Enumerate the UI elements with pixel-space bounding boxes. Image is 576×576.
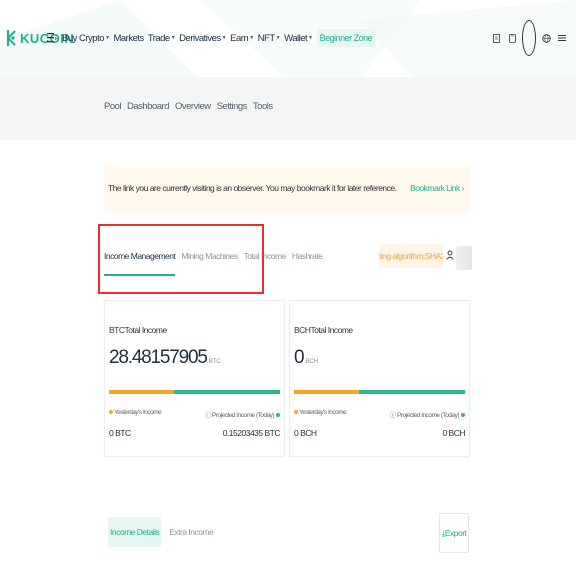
subnav-item-tools[interactable]: Tools (253, 101, 273, 112)
menu-icon[interactable] (556, 23, 568, 53)
income-progress-bar (294, 390, 465, 394)
subnav-item-settings[interactable]: Settings (217, 101, 248, 112)
projected-income-label: ⓘ Projected Income (Today) (205, 409, 280, 419)
card-title: BCHTotal Income (294, 325, 353, 335)
chevron-right-icon: › (461, 183, 465, 193)
yesterday-income-value: 0 BCH (294, 428, 317, 438)
nav-markets[interactable]: Markets (113, 32, 144, 44)
chevron-down-icon: ▼ (170, 35, 176, 41)
label-text: Yesterday's Income (114, 409, 162, 416)
nav-label: Earn (230, 32, 249, 44)
nav-beginner-zone[interactable]: Beginner Zone (316, 29, 376, 47)
orange-dot-icon (294, 410, 298, 414)
green-dot-icon (276, 413, 280, 417)
info-icon[interactable]: ⓘ (205, 412, 212, 419)
label-text: Projected Income (Today) (211, 412, 275, 419)
card-amount: 28.48157905 BTC (109, 347, 221, 369)
orange-dot-icon (109, 410, 113, 414)
amount-unit: BTC (208, 359, 221, 365)
bar-projected (173, 390, 280, 394)
card-title: BTCTotal Income (109, 325, 167, 335)
income-progress-bar (109, 390, 280, 394)
chevron-down-icon: ▼ (275, 35, 281, 41)
export-label: Export (444, 528, 467, 538)
income-detail-tabs: Income Details Extra Income (108, 517, 214, 547)
banner-text: The link you are currently visiting is a… (108, 183, 397, 193)
main-nav: Buy Crypto ▼ Markets Trade ▼ Derivatives ▼ … (62, 29, 376, 47)
projected-income-value: 0 BCH (442, 428, 465, 438)
user-icon[interactable] (446, 250, 454, 260)
subnav-items: Pool Dashboard Overview Settings Tools (104, 101, 273, 112)
tab-income-details[interactable]: Income Details (108, 517, 162, 547)
bar-projected (358, 390, 465, 394)
nav-nft[interactable]: NFT ▼ (257, 32, 281, 44)
card-labels: Yesterday's Income ⓘ Projected Income (T… (109, 409, 280, 419)
label-text: Projected Income (Today) (396, 412, 460, 419)
bch-income-card: BCHTotal Income 0 BCH Yesterday's Income … (289, 300, 470, 457)
hamburger-menu-icon[interactable] (47, 32, 57, 43)
chevron-down-icon: ▼ (249, 35, 254, 41)
mining-algorithm-badge: Mining algorithm:SHA256 (379, 244, 443, 268)
label-text: Yesterday's Income (299, 409, 347, 416)
yesterday-income-label: Yesterday's Income (109, 409, 162, 419)
bookmark-link-label: Bookmark Link (410, 183, 460, 193)
observer-banner: The link you are currently visiting is a… (104, 165, 470, 212)
globe-icon[interactable] (540, 23, 552, 53)
nav-derivatives[interactable]: Derivatives ▼ (179, 32, 227, 44)
card-values: 0 BCH 0 BCH (294, 428, 465, 438)
subnav-item-pool[interactable]: Pool (104, 101, 122, 112)
chevron-down-icon: ▼ (221, 35, 227, 41)
nav-label: Derivatives (179, 32, 221, 44)
bookmark-link[interactable]: Bookmark Link › (410, 183, 465, 193)
document-icon[interactable] (490, 23, 502, 53)
nav-label: NFT (257, 32, 275, 44)
pool-subnav: Pool Dashboard Overview Settings Tools (0, 77, 576, 140)
amount-value: 0 (294, 347, 305, 368)
export-button[interactable]: ⤓ Export (439, 513, 469, 553)
nav-label: Markets (113, 32, 144, 44)
nav-buy-crypto[interactable]: Buy Crypto ▼ (62, 32, 110, 44)
tab-extra-income[interactable]: Extra Income (169, 527, 214, 537)
tabs-highlight-box (98, 224, 264, 294)
top-navbar: KUCOIN Buy Crypto ▼ Markets Trade ▼ Deriva… (0, 0, 576, 76)
nav-right-icons (490, 20, 568, 56)
green-dot-icon (461, 413, 465, 417)
nav-label: Wallet (284, 32, 308, 44)
tab-hashrate[interactable]: Hashrate (292, 251, 323, 267)
info-icon[interactable]: ⓘ (390, 412, 397, 419)
account-name-obscured[interactable] (456, 246, 472, 270)
amount-value: 28.48157905 (109, 347, 208, 368)
btc-income-card: BTCTotal Income 28.48157905 BTC Yesterday… (104, 300, 285, 457)
card-values: 0 BTC 0.15203435 BTC (109, 428, 281, 438)
bar-yesterday (294, 390, 359, 394)
nav-label: Trade (147, 32, 170, 44)
nav-label: Buy Crypto (62, 32, 105, 44)
card-labels: Yesterday's Income ⓘ Projected Income (T… (294, 409, 465, 419)
yesterday-income-label: Yesterday's Income (294, 409, 347, 419)
bar-yesterday (109, 390, 174, 394)
subnav-item-overview[interactable]: Overview (175, 101, 211, 112)
chevron-down-icon: ▼ (308, 35, 313, 41)
nav-trade[interactable]: Trade ▼ (147, 32, 176, 44)
amount-unit: BCH (305, 359, 319, 365)
kucoin-logo-icon (6, 30, 16, 46)
projected-income-label: ⓘ Projected Income (Today) (390, 409, 465, 419)
chevron-down-icon: ▼ (105, 35, 110, 41)
yesterday-income-value: 0 BTC (109, 428, 131, 438)
nav-wallet[interactable]: Wallet ▼ (284, 33, 313, 44)
subnav-item-dashboard[interactable]: Dashboard (127, 101, 169, 112)
download-icon[interactable] (506, 23, 518, 53)
avatar[interactable] (522, 20, 536, 56)
nav-earn[interactable]: Earn ▼ (230, 33, 254, 44)
card-amount: 0 BCH (294, 347, 318, 369)
projected-income-value: 0.15203435 BTC (222, 428, 281, 438)
